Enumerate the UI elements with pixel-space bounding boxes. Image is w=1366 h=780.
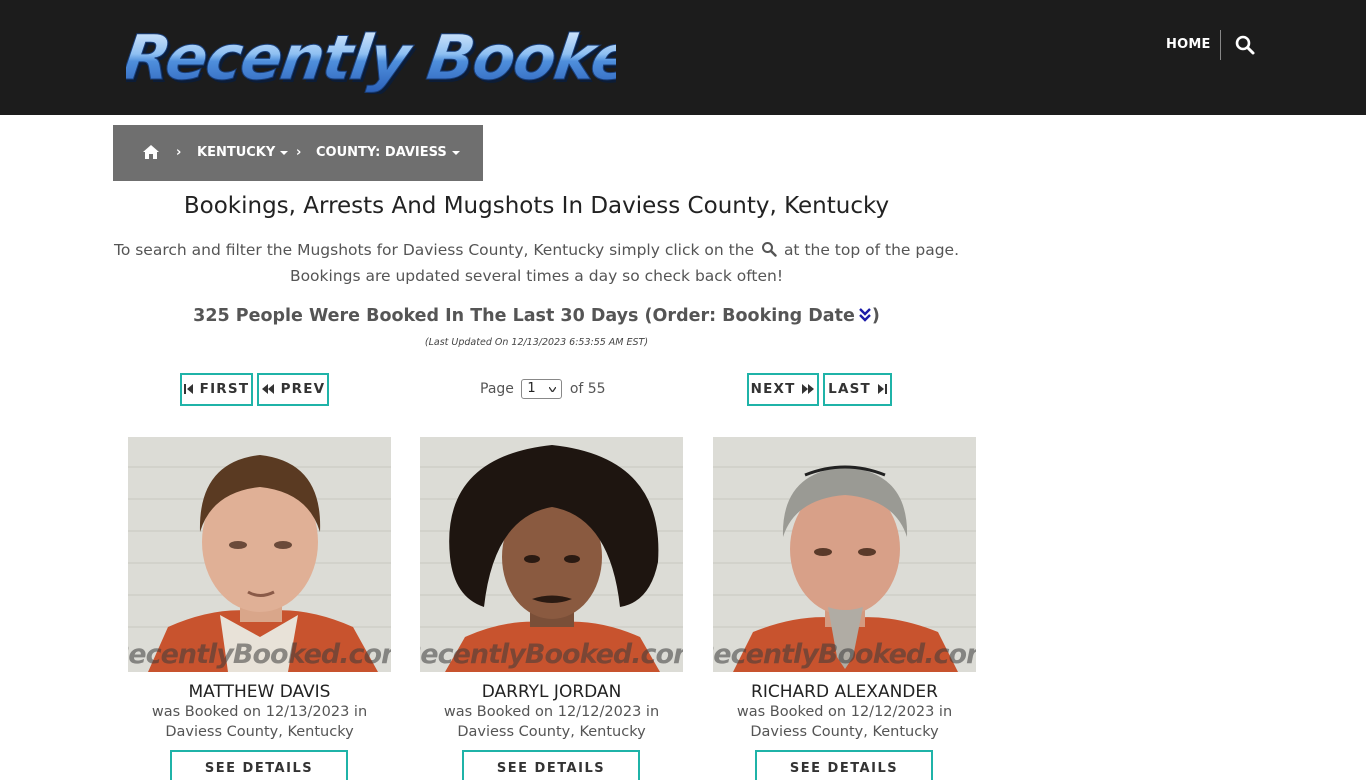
- nav-divider: [1220, 30, 1221, 60]
- nav-home-link[interactable]: HOME: [1166, 36, 1211, 54]
- watermark: RecentlyBooked.com: [128, 639, 391, 670]
- chevron-right-icon: ›: [296, 145, 302, 160]
- see-details-button[interactable]: SEE DETAILS: [755, 750, 933, 780]
- count-text: 325 People Were Booked In The Last 30 Da…: [193, 306, 855, 326]
- last-page-button[interactable]: LAST: [823, 373, 892, 406]
- last-updated: (Last Updated On 12/13/2023 6:53:55 AM E…: [424, 337, 649, 348]
- breadcrumb-county[interactable]: COUNTY: DAVIESS: [316, 144, 460, 162]
- site-header: Recently Booked Recently Booked HOME: [0, 0, 1366, 115]
- next-page-button[interactable]: NEXT: [747, 373, 819, 406]
- first-icon: [183, 384, 193, 394]
- inmate-name[interactable]: DARRYL JORDAN: [400, 681, 703, 703]
- backward-icon: [261, 384, 274, 394]
- first-page-button[interactable]: FIRST: [180, 373, 253, 406]
- mugshot-image[interactable]: RecentlyBooked.com: [713, 437, 976, 672]
- breadcrumb-state[interactable]: KENTUCKY: [197, 144, 289, 162]
- booking-count: 325 People Were Booked In The Last 30 Da…: [113, 303, 960, 329]
- svg-text:Recently Booked: Recently Booked: [126, 21, 616, 94]
- intro-part1: To search and filter the Mugshots for Da…: [113, 241, 755, 259]
- chevron-right-icon: ›: [176, 145, 182, 160]
- see-details-button[interactable]: SEE DETAILS: [170, 750, 348, 780]
- search-icon: [761, 239, 777, 257]
- mugshot-image[interactable]: RecentlyBooked.com: [128, 437, 391, 672]
- search-icon[interactable]: [1234, 34, 1256, 56]
- intro-text: To search and filter the Mugshots for Da…: [113, 237, 960, 289]
- caret-down-icon: [280, 150, 289, 155]
- caret-down-icon: [451, 150, 460, 155]
- page-indicator: Page 1 of 55: [480, 379, 606, 399]
- count-close: ): [871, 306, 880, 326]
- booking-info: was Booked on 12/12/2023 in Daviess Count…: [443, 704, 660, 740]
- watermark: RecentlyBooked.com: [420, 639, 683, 670]
- last-icon: [877, 384, 887, 394]
- intro-line2: Bookings are updated several times a day…: [289, 267, 784, 285]
- booking-info: was Booked on 12/13/2023 in Daviess Count…: [151, 704, 368, 740]
- site-logo[interactable]: Recently Booked Recently Booked: [126, 18, 616, 94]
- forward-icon: [802, 384, 815, 394]
- home-icon[interactable]: [142, 144, 160, 160]
- page-title: Bookings, Arrests And Mugshots In Davies…: [183, 193, 890, 219]
- intro-part2: at the top of the page.: [783, 241, 960, 259]
- inmate-name[interactable]: RICHARD ALEXANDER: [693, 681, 996, 703]
- inmate-name[interactable]: MATTHEW DAVIS: [108, 681, 411, 703]
- prev-page-button[interactable]: PREV: [257, 373, 329, 406]
- booking-info: was Booked on 12/12/2023 in Daviess Count…: [736, 704, 953, 740]
- watermark: RecentlyBooked.com: [713, 639, 976, 670]
- chevron-down-icon: [549, 387, 557, 392]
- page-select[interactable]: 1: [521, 379, 563, 399]
- mugshot-image[interactable]: RecentlyBooked.com: [420, 437, 683, 672]
- see-details-button[interactable]: SEE DETAILS: [462, 750, 640, 780]
- double-chevron-down-icon[interactable]: [858, 305, 872, 322]
